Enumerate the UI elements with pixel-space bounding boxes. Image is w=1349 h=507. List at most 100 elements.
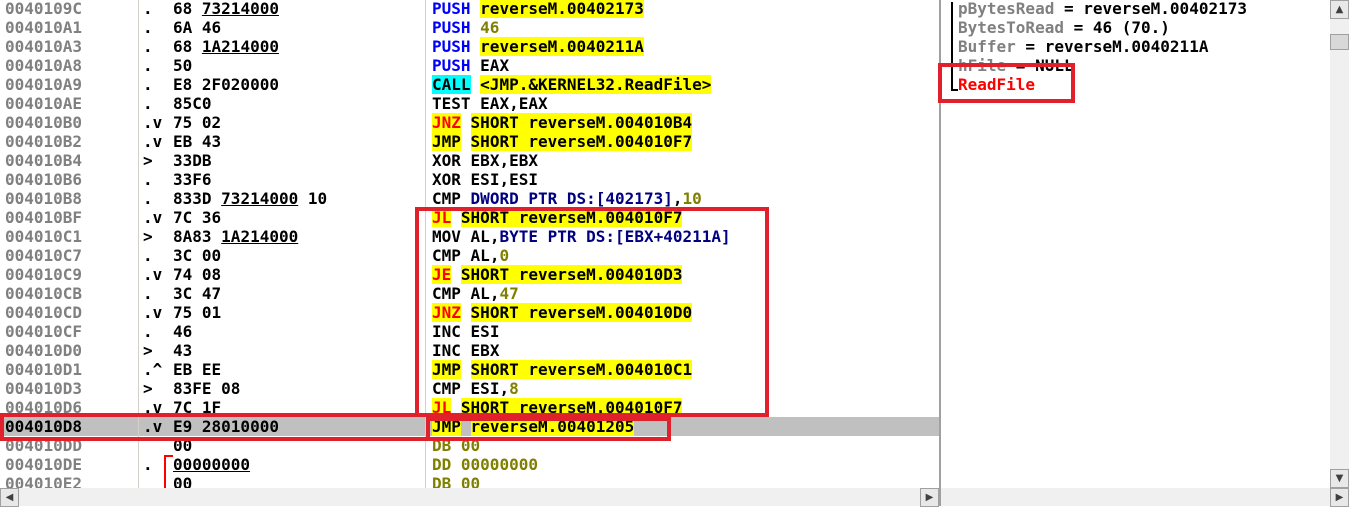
horizontal-scrollbar-disasm[interactable]: ◀ ▶ — [0, 488, 939, 507]
operand: SHORT reverseM.004010F7 — [470, 132, 693, 151]
instruction-cell: XOR EBX,EBX — [432, 151, 538, 170]
hex-part: 74 08 — [173, 265, 222, 284]
hex-part: 75 02 — [173, 113, 222, 132]
flow-marker: .v — [143, 113, 163, 132]
hex-part: 68 — [173, 0, 202, 18]
mnemonic: JMP — [432, 132, 461, 151]
flow-marker: . — [143, 322, 153, 341]
flow-marker: . — [143, 284, 153, 303]
annotation-box-readfile — [938, 63, 1075, 103]
operand: ESI,ESI — [470, 170, 538, 189]
address-cell: 004010C1 — [5, 227, 83, 246]
jump-path-hook — [164, 455, 173, 457]
hex-part: E8 2F020000 — [173, 75, 279, 94]
hex-dump-cell: 3C 00 — [173, 246, 221, 265]
disasm-row[interactable]: 004010A9. E8 2F020000 CALL <JMP.&KERNEL32.… — [0, 75, 939, 94]
operand: 46 — [480, 18, 500, 37]
disasm-row[interactable]: 004010A8. 50 PUSH EAX — [0, 56, 939, 75]
mnemonic: PUSH — [432, 56, 471, 75]
disasm-row[interactable]: 004010A1. 6A 46 PUSH 46 — [0, 18, 939, 37]
address-cell: 004010C7 — [5, 246, 83, 265]
operand: 10 — [682, 189, 702, 208]
disasm-row[interactable]: 004010DE. 00000000 DD 00000000 — [0, 455, 939, 474]
jump-path-line — [164, 455, 166, 488]
instruction-cell: DD 00000000 — [432, 455, 538, 474]
disasm-row[interactable]: 004010B2 .v EB 43 JMP SHORT reverseM.004010… — [0, 132, 939, 151]
hex-dump-cell: 00000000 — [173, 455, 250, 474]
hex-dump-cell: 33F6 — [173, 170, 212, 189]
address-cell: 004010B2 — [5, 132, 83, 151]
instruction-cell: JNZ SHORT reverseM.004010B4 — [432, 113, 693, 132]
hex-dump-cell: 46 — [173, 322, 192, 341]
hex-dump-cell: 50 — [173, 56, 192, 75]
disasm-row[interactable]: 004010B8. 833D 73214000 10 CMP DWORD PTR D… — [0, 189, 939, 208]
hex-part: 75 01 — [173, 303, 222, 322]
hex-dump-cell: 75 02 — [173, 113, 221, 132]
address-cell: 004010B8 — [5, 189, 83, 208]
address-cell: 004010D3 — [5, 379, 83, 398]
hex-part: 46 — [173, 322, 193, 341]
hex-part: 833D — [173, 189, 222, 208]
vertical-scrollbar[interactable]: ▲ ▼ — [1330, 0, 1349, 488]
flow-marker: . — [143, 18, 153, 37]
instruction-cell: TEST EAX,EAX — [432, 94, 548, 113]
instruction-cell: DB 00 — [432, 474, 480, 488]
hex-dump-cell: 68 73214000 — [173, 0, 279, 18]
address-cell: 004010BF — [5, 208, 83, 227]
flow-marker: . — [143, 0, 153, 18]
mnemonic: DB — [432, 474, 452, 488]
disasm-row[interactable]: 004010B0 .v 75 02 JNZ SHORT reverseM.004010… — [0, 113, 939, 132]
mnemonic: JNZ — [432, 113, 461, 132]
scroll-up-arrow-icon[interactable]: ▲ — [1330, 0, 1349, 19]
hex-dump-cell: 00 — [173, 474, 192, 488]
operand: 00 — [460, 474, 481, 488]
disasm-row[interactable]: 004010E2 00 DB 00 — [0, 474, 939, 488]
flow-marker: . — [143, 94, 153, 113]
address-cell: 004010CB — [5, 284, 83, 303]
hex-dump-cell: E8 2F020000 — [173, 75, 279, 94]
operand: EBX,EBX — [470, 151, 538, 170]
flow-marker: . — [143, 455, 153, 474]
api-argument-comment: BytesToRead = 46 (70.) — [958, 18, 1170, 37]
scroll-right-arrow-icon[interactable]: ▶ — [1330, 488, 1349, 507]
annotation-box-loop — [415, 207, 769, 417]
hex-part: 50 — [173, 56, 193, 75]
hex-part: 6A 46 — [173, 18, 222, 37]
instruction-cell: JMP SHORT reverseM.004010F7 — [432, 132, 693, 151]
hex-part: 3C 00 — [173, 246, 222, 265]
scroll-down-arrow-icon[interactable]: ▼ — [1330, 469, 1349, 488]
mnemonic: DD — [432, 455, 452, 474]
scroll-thumb[interactable] — [1330, 34, 1349, 50]
hex-part: 68 — [173, 37, 202, 56]
address-cell: 004010A3 — [5, 37, 83, 56]
address-cell: 004010A9 — [5, 75, 83, 94]
flow-marker: > — [143, 151, 153, 170]
address-cell: 004010AE — [5, 94, 83, 113]
disasm-row[interactable]: 004010A3. 68 1A214000 PUSH reverseM.004021… — [0, 37, 939, 56]
mnemonic: CALL — [432, 75, 471, 94]
hex-dump-cell: 68 1A214000 — [173, 37, 279, 56]
disasm-row[interactable]: 004010B4 >33DB XOR EBX,EBX — [0, 151, 939, 170]
disasm-row[interactable]: 0040109C. 68 73214000 PUSH reverseM.004021… — [0, 0, 939, 18]
disasm-row[interactable]: 004010B6. 33F6 XOR ESI,ESI — [0, 170, 939, 189]
disasm-row[interactable]: 004010AE. 85C0 TEST EAX,EAX — [0, 94, 939, 113]
address-cell: 004010D0 — [5, 341, 83, 360]
scroll-right-arrow-icon[interactable]: ▶ — [920, 488, 939, 507]
hex-dump-cell: 75 01 — [173, 303, 221, 322]
hex-part: 00 — [173, 474, 193, 488]
argument-value: = reverseM.0040211A — [1015, 37, 1209, 56]
hex-part: 10 — [298, 189, 328, 208]
mnemonic: PUSH — [432, 18, 471, 37]
operand: EAX,EAX — [480, 94, 548, 113]
argument-name: Buffer — [958, 37, 1016, 56]
flow-marker: > — [143, 227, 153, 246]
hex-dump-cell: 833D 73214000 10 — [173, 189, 327, 208]
horizontal-scrollbar-comments[interactable]: ▶ — [941, 488, 1349, 507]
hex-dump-cell: 6A 46 — [173, 18, 221, 37]
flow-marker: > — [143, 379, 153, 398]
mnemonic: PUSH — [432, 37, 471, 56]
address-cell: 004010B0 — [5, 113, 83, 132]
argument-name: pBytesRead — [958, 0, 1055, 18]
hex-dump-cell: 33DB — [173, 151, 212, 170]
scroll-left-arrow-icon[interactable]: ◀ — [0, 488, 19, 507]
